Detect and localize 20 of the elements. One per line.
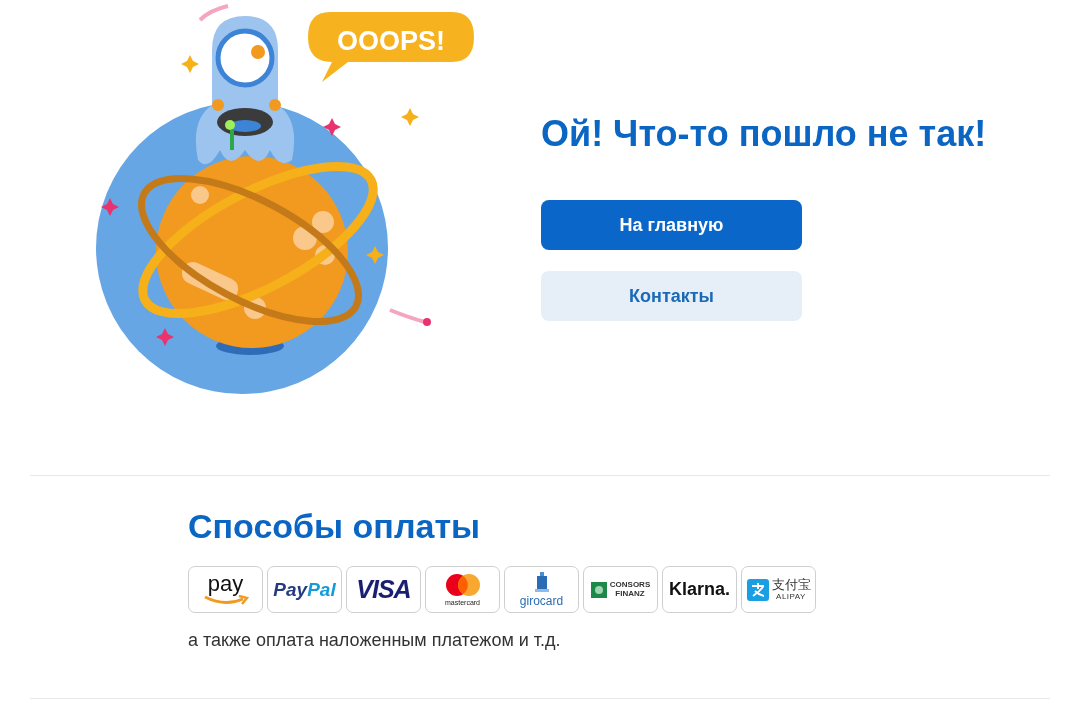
logo-text: Pay [273,578,308,601]
logo-text: 支付宝 [771,578,811,591]
contacts-button[interactable]: Контакты [541,271,802,321]
overlapping-circles-icon [444,573,481,597]
logo-text: CONSORS [609,581,651,589]
home-button[interactable]: На главную [541,200,802,250]
alipay-square-icon [746,578,769,601]
logo-text: Pal [307,578,336,601]
payment-heading: Способы оплаты [188,506,482,546]
error-heading: Ой! Что-то пошло не так! [541,112,987,156]
smile-arrow-icon [202,594,249,605]
logo-text: ALIPAY [776,592,806,601]
logo-text: girocard [519,593,564,608]
building-icon [534,571,549,592]
bank-emblem-icon [590,581,607,598]
logo-text: FINANZ [615,590,645,598]
bubble-text: OOOPS! [337,26,445,56]
logo-text: Klarna. [669,579,730,600]
payment-note: а также оплата наложенным платежом и т.д. [188,630,562,651]
logo-text: VISA [356,575,411,604]
